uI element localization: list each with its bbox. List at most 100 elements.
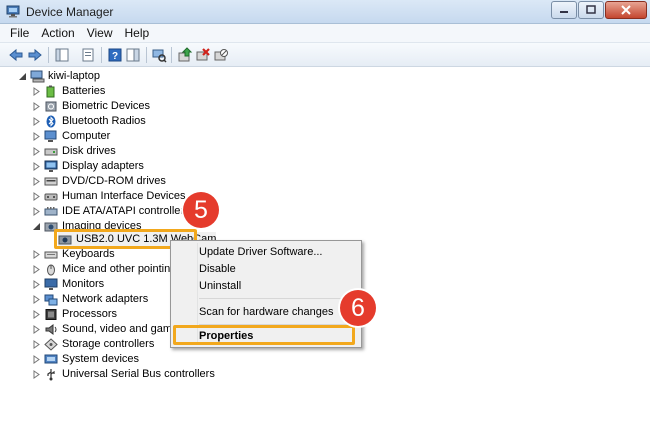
menu-action[interactable]: Action [35,26,80,40]
uninstall-icon[interactable] [195,47,211,63]
device-manager-app-icon [6,5,20,18]
tree-root[interactable]: kiwi-laptop [18,69,100,84]
expand-icon[interactable] [32,192,41,201]
show-hide-console-tree-icon[interactable] [54,47,70,63]
tree-category-ide[interactable]: IDE ATA/ATAPI controllers [32,204,190,219]
tree-category-sound[interactable]: Sound, video and game co [32,322,193,337]
computer-icon [30,70,45,83]
toolbar: ? [0,43,650,67]
processor-icon [44,308,58,321]
toolbar-separator [101,47,102,63]
window-title: Device Manager [26,5,114,19]
tree-category-dvd-drives[interactable]: DVD/CD-ROM drives [32,174,166,189]
tree-category-keyboards[interactable]: Keyboards [32,247,115,262]
tree-category-disk-drives[interactable]: Disk drives [32,144,116,159]
tree-category-label: Display adapters [62,160,144,172]
tree-category-label: Bluetooth Radios [62,115,146,127]
expand-icon[interactable] [32,295,41,304]
tree-category-label: Processors [62,308,118,320]
tree-category-monitors[interactable]: Monitors [32,277,104,292]
tree-category-label: Keyboards [62,248,115,260]
maximize-button[interactable] [578,1,604,19]
tree-category-label: Batteries [62,85,106,97]
tree-category-label: Storage controllers [62,338,155,350]
expand-icon[interactable] [32,207,41,216]
collapse-icon[interactable] [18,72,27,81]
expand-icon[interactable] [32,265,41,274]
expand-icon[interactable] [32,370,41,379]
network-adapter-icon [44,293,58,306]
monitor-icon [44,278,58,291]
expand-icon[interactable] [32,102,41,111]
expand-icon[interactable] [32,117,41,126]
back-arrow-icon[interactable] [8,47,24,63]
disable-icon[interactable] [213,47,229,63]
context-menu-scan-hardware[interactable]: Scan for hardware changes [199,306,334,318]
battery-icon [44,85,58,98]
action-pane-icon[interactable] [125,47,141,63]
tree-category-bluetooth[interactable]: Bluetooth Radios [32,114,146,129]
expand-icon[interactable] [32,132,41,141]
tree-category-computer[interactable]: Computer [32,129,110,144]
properties-icon[interactable] [80,47,96,63]
tree-category-label: Network adapters [62,293,149,305]
device-manager-window: Device Manager File Action View Help ? k… [0,0,650,434]
hid-icon [44,190,58,203]
bluetooth-icon [44,115,58,128]
help-icon[interactable]: ? [107,47,123,63]
context-menu-update-driver[interactable]: Update Driver Software... [199,246,323,258]
tree-category-storage[interactable]: Storage controllers [32,337,154,352]
update-driver-icon[interactable] [177,47,193,63]
computer-icon [44,130,58,143]
menu-bar: File Action View Help [0,24,650,43]
disk-drive-icon [44,145,58,158]
tree-category-label: Computer [62,130,111,142]
expand-icon[interactable] [32,325,41,334]
context-menu-separator [199,298,359,299]
tree-category-biometric[interactable]: Biometric Devices [32,99,150,114]
mouse-icon [44,263,58,276]
tree-category-label: DVD/CD-ROM drives [62,175,166,187]
expand-icon[interactable] [32,162,41,171]
toolbar-separator [48,47,49,63]
expand-icon[interactable] [32,250,41,259]
expand-icon[interactable] [32,340,41,349]
keyboard-icon [44,248,58,261]
tree-category-label: IDE ATA/ATAPI controllers [62,205,190,217]
menu-view[interactable]: View [81,26,119,40]
collapse-icon[interactable] [32,222,41,231]
fingerprint-icon [44,100,58,113]
svg-text:?: ? [112,51,118,62]
tree-category-label: Biometric Devices [62,100,151,112]
forward-arrow-icon[interactable] [27,47,43,63]
context-menu-disable[interactable]: Disable [199,263,236,275]
ide-controller-icon [44,205,58,218]
expand-icon[interactable] [32,280,41,289]
toolbar-separator [171,47,172,63]
tree-category-display-adapters[interactable]: Display adapters [32,159,144,174]
context-menu-uninstall[interactable]: Uninstall [199,280,241,292]
tree-category-network[interactable]: Network adapters [32,292,148,307]
expand-icon[interactable] [32,177,41,186]
tree-category-usb[interactable]: Universal Serial Bus controllers [32,367,215,382]
menu-help[interactable]: Help [119,26,156,40]
tree-category-mice[interactable]: Mice and other pointing d [32,262,186,277]
tree-category-label: Mice and other pointing d [62,263,186,275]
menu-file[interactable]: File [4,26,35,40]
expand-icon[interactable] [32,87,41,96]
tree-category-system[interactable]: System devices [32,352,139,367]
display-adapter-icon [44,160,58,173]
expand-icon[interactable] [32,355,41,364]
tree-category-processors[interactable]: Processors [32,307,117,322]
step-badge-6: 6 [340,290,376,326]
expand-icon[interactable] [32,147,41,156]
tree-category-batteries[interactable]: Batteries [32,84,105,99]
scan-hardware-icon[interactable] [151,47,167,63]
tree-category-hid[interactable]: Human Interface Devices [32,189,186,204]
close-button[interactable] [605,1,647,19]
window-controls [550,1,647,19]
expand-icon[interactable] [32,310,41,319]
minimize-button[interactable] [551,1,577,19]
speaker-icon [44,323,58,336]
maximize-icon [586,5,596,14]
